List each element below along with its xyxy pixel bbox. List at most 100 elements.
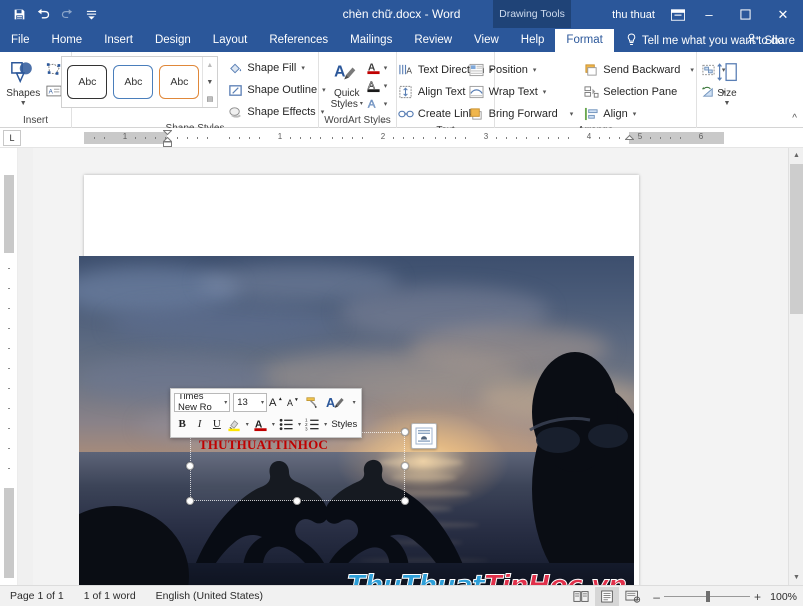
customize-qat-icon[interactable] [80,4,102,26]
chevron-down-icon[interactable]: ▾ [570,110,574,118]
save-icon[interactable] [8,4,30,26]
styles-label[interactable]: Styles [331,419,359,430]
bold-button[interactable]: B [174,415,190,434]
format-painter-button[interactable] [303,393,319,412]
shape-outline-button[interactable]: Shape Outline ▾ [224,80,328,100]
text-outline-button[interactable]: A ▾ [366,77,388,94]
tab-review[interactable]: Review [403,29,463,52]
chevron-down-icon[interactable]: ▾ [384,82,388,90]
chevron-down-icon[interactable]: ▾ [384,64,388,72]
text-fill-button[interactable]: A ▾ [366,59,388,76]
zoom-thumb[interactable] [705,591,710,602]
read-mode-icon[interactable] [569,587,593,606]
ribbon-display-options-icon[interactable] [665,0,691,29]
tab-selector-button[interactable]: L [3,129,21,146]
web-layout-icon[interactable] [621,587,645,606]
zoom-in-button[interactable]: + [754,590,761,604]
vertical-scrollbar[interactable]: ▲ ▼ [788,148,803,585]
text-effects-button[interactable]: A ▾ [366,95,388,112]
align-button[interactable]: Align ▾ [580,104,697,124]
chevron-down-icon[interactable]: ▾ [322,415,330,434]
collapse-ribbon-icon[interactable]: ^ [792,113,797,124]
chevron-down-icon[interactable]: ▾ [350,393,358,412]
print-layout-icon[interactable] [595,587,620,606]
shape-styles-gallery[interactable]: Abc Abc Abc ▲ ▼ ▤ [61,56,219,108]
chevron-down-icon[interactable]: ▼ [20,100,27,107]
status-language[interactable]: English (United States) [146,590,273,602]
chevron-down-icon[interactable]: ▾ [384,100,388,108]
gallery-scroll-down-icon[interactable]: ▼ [203,75,216,90]
chevron-down-icon[interactable]: ▾ [296,415,304,434]
chevron-down-icon[interactable]: ▼ [724,100,731,107]
text-highlight-button[interactable] [226,415,242,434]
maximize-button[interactable] [727,0,763,29]
status-page-number[interactable]: Page 1 of 1 [0,590,74,602]
vertical-ruler[interactable] [0,148,18,585]
tab-view[interactable]: View [463,29,510,52]
zoom-slider[interactable]: – + [653,590,761,604]
tab-file[interactable]: File [0,29,41,52]
chevron-down-icon[interactable]: ▾ [690,66,694,74]
right-indent-marker[interactable] [624,130,635,146]
bring-forward-button[interactable]: Bring Forward ▾ [466,104,577,124]
italic-button[interactable]: I [191,415,207,434]
shape-style-preset-2[interactable]: Abc [113,65,154,99]
gallery-more-icon[interactable]: ▤ [203,91,216,106]
mini-format-toolbar[interactable]: Times New Ro ▾ 13 ▾ A A A ▾ B I U ▾ A ▾ … [170,388,362,438]
wrap-text-button[interactable]: Wrap Text ▾ [466,82,577,102]
layout-options-button[interactable] [411,423,437,449]
tab-design[interactable]: Design [144,29,202,52]
horizontal-ruler[interactable]: L 1 1 2 3 4 5 6 [0,128,803,148]
styles-button-top[interactable]: A [323,394,349,411]
zoom-track[interactable] [663,591,750,602]
close-button[interactable]: ✕ [763,0,803,29]
zoom-level-label[interactable]: 100% [763,591,797,603]
shape-style-preset-1[interactable]: Abc [67,65,108,99]
undo-icon[interactable] [32,4,54,26]
shape-effects-button[interactable]: Shape Effects ▾ [224,102,328,122]
scroll-up-icon[interactable]: ▲ [789,148,803,163]
resize-handle-middle-left[interactable] [186,462,194,470]
scroll-down-icon[interactable]: ▼ [789,570,803,585]
scrollbar-thumb[interactable] [790,164,803,314]
resize-handle-middle-right[interactable] [401,462,409,470]
document-work-area[interactable]: ThuThuatTinHoc.vn THUTHUATTINHOC [0,148,803,585]
wordart-dialog-launcher[interactable]: ⌐ [379,117,389,127]
tab-references[interactable]: References [258,29,339,52]
status-word-count[interactable]: 1 of 1 word [74,590,146,602]
chevron-down-icon[interactable]: ▾ [270,415,278,434]
text-box-content[interactable]: THUTHUATTINHOC [199,437,328,453]
quick-styles-button[interactable]: A Quick Styles ▾ [328,56,366,110]
shrink-font-button[interactable]: A [285,393,301,412]
shape-style-preset-3[interactable]: Abc [159,65,200,99]
chevron-down-icon[interactable]: ▾ [261,399,264,406]
redo-icon[interactable] [56,4,78,26]
resize-handle-bottom-center[interactable] [293,497,301,505]
chevron-down-icon[interactable]: ▾ [360,99,363,110]
bullets-button[interactable] [278,415,294,434]
share-button[interactable]: Share [747,29,795,52]
tab-home[interactable]: Home [41,29,94,52]
chevron-down-icon[interactable]: ▾ [301,64,305,72]
font-name-combo[interactable]: Times New Ro ▾ [174,392,231,412]
user-account-name[interactable]: thu thuat [612,9,655,21]
numbering-button[interactable]: 123 [304,415,320,434]
grow-font-button[interactable]: A [268,393,284,412]
tab-help[interactable]: Help [510,29,556,52]
position-button[interactable]: Position ▾ [466,60,577,80]
first-line-indent-marker[interactable] [162,130,173,147]
tab-layout[interactable]: Layout [202,29,259,52]
chevron-down-icon[interactable]: ▾ [243,415,251,434]
gallery-scroll-up-icon[interactable]: ▲ [203,58,216,73]
font-size-combo[interactable]: 13 ▾ [233,392,268,412]
shape-fill-button[interactable]: Shape Fill ▾ [224,58,328,78]
tab-format[interactable]: Format [555,29,614,52]
font-color-button[interactable]: A [252,415,268,434]
selection-pane-button[interactable]: Selection Pane [580,82,697,102]
selected-text-box[interactable]: THUTHUATTINHOC [190,432,405,501]
chevron-down-icon[interactable]: ▾ [533,66,537,74]
chevron-down-icon[interactable]: ▾ [633,110,637,118]
send-backward-button[interactable]: Send Backward ▾ [580,60,697,80]
chevron-down-icon[interactable]: ▾ [224,399,227,406]
tab-insert[interactable]: Insert [93,29,144,52]
